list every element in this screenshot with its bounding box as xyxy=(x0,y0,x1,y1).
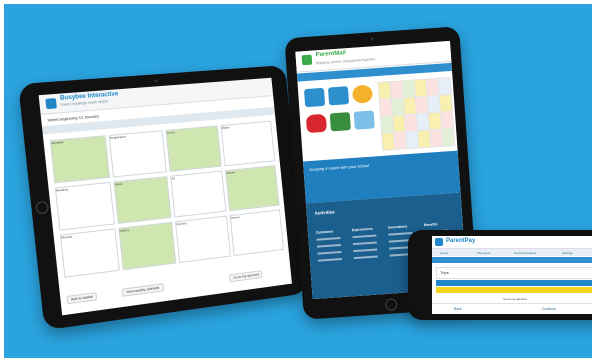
schedule-cell[interactable]: Music xyxy=(113,176,172,224)
info-title: Activities xyxy=(314,209,335,216)
right-app-subtitle: Bringing schools and parents together xyxy=(316,57,376,66)
people-tile-icon[interactable] xyxy=(305,113,327,134)
account-bar[interactable]: Go to my account xyxy=(436,287,592,301)
left-tablet-home-button[interactable] xyxy=(35,200,50,215)
nav-item-payments[interactable]: Payments xyxy=(347,79,363,84)
calendar-tile-icon[interactable] xyxy=(327,86,350,106)
view-calendar-button[interactable]: View weekly calendar xyxy=(121,283,164,297)
info-column-line xyxy=(353,248,378,253)
schedule-cell[interactable]: Science xyxy=(174,215,231,264)
phone-tab-communications[interactable]: Communications xyxy=(514,251,536,255)
schedule-cell[interactable]: Art xyxy=(170,170,227,218)
busybee-logo-icon xyxy=(45,98,57,110)
left-tablet: Busybee Interactive Parent bookings made… xyxy=(18,65,308,331)
phone-continue-link[interactable]: Continue xyxy=(542,307,556,311)
info-column-line xyxy=(352,241,377,246)
phone-item-title: Trips xyxy=(440,270,449,275)
add-to-basket-button[interactable]: Add to basket xyxy=(66,292,98,305)
schedule-cell[interactable]: History xyxy=(118,221,177,271)
phone-item-row[interactable]: Trips xyxy=(436,267,592,279)
schedule-cell[interactable]: Alphabet xyxy=(49,135,111,184)
nav-item-messages[interactable]: Messages xyxy=(320,81,336,86)
info-column-heading: Outcomes xyxy=(315,229,334,235)
info-column-line xyxy=(316,237,341,241)
info-column-line xyxy=(317,250,342,255)
account-bar-label: Go to my account xyxy=(503,297,527,301)
schedule-cell[interactable]: Drama xyxy=(229,209,284,257)
right-tablet-camera xyxy=(370,37,374,41)
schedule-cell[interactable]: Lunch xyxy=(165,125,222,172)
calendar-cell[interactable] xyxy=(439,110,455,130)
phone-back-link[interactable]: Back xyxy=(454,307,462,311)
schedule-cell[interactable]: Reading xyxy=(54,181,115,231)
schedule-cell[interactable]: Registration xyxy=(108,130,167,178)
parentpay-logo-icon xyxy=(435,238,443,246)
left-tablet-camera xyxy=(154,79,158,83)
calendar-cell[interactable] xyxy=(438,93,453,113)
parentmail-logo-icon xyxy=(301,54,313,66)
my-account-button[interactable]: Go to my account xyxy=(228,270,263,283)
promo-stage: Busybee Interactive Parent bookings made… xyxy=(4,4,592,358)
schedule-cell[interactable]: Phonics xyxy=(59,228,120,278)
phone: ParentPay Home Payments Communications S… xyxy=(408,230,592,320)
pay-balance-bar[interactable]: Pay this balance xyxy=(436,280,592,294)
chat-tile-icon[interactable] xyxy=(351,84,374,104)
info-column-heading: Expressions xyxy=(351,226,373,233)
schedule-cell[interactable]: Maths xyxy=(220,120,276,167)
info-column-line xyxy=(352,234,377,239)
nav-item-home[interactable]: Home xyxy=(301,83,311,88)
right-tablet-home-button[interactable] xyxy=(384,298,398,312)
banner-text: Keeping in touch with your school xyxy=(309,162,370,173)
calendar-cell[interactable] xyxy=(441,127,456,147)
phone-tab-home[interactable]: Home xyxy=(440,251,448,255)
left-tablet-screen: Busybee Interactive Parent bookings made… xyxy=(38,77,292,316)
info-column-line xyxy=(317,257,342,262)
info-column-line xyxy=(316,244,341,248)
phone-screen: ParentPay Home Payments Communications S… xyxy=(432,236,592,314)
info-column-line xyxy=(388,232,413,236)
payments-tile-icon[interactable] xyxy=(329,112,351,132)
info-column-heading: Innovations xyxy=(387,224,408,230)
info-column-line xyxy=(353,255,378,260)
right-app-title: ParentMail xyxy=(315,50,347,59)
phone-toolbar xyxy=(432,257,592,263)
phone-tab-settings[interactable]: Settings xyxy=(562,251,573,255)
phone-footer: Back Continue xyxy=(432,303,592,314)
calendar-cell[interactable] xyxy=(437,76,452,96)
phone-app-title: ParentPay xyxy=(446,238,476,244)
phone-header: ParentPay xyxy=(432,236,592,249)
schedule-cell[interactable]: Games xyxy=(225,165,280,212)
phone-tab-bar: Home Payments Communications Settings xyxy=(432,249,592,256)
forms-tile-icon[interactable] xyxy=(353,110,375,130)
messages-tile-icon[interactable] xyxy=(303,87,326,108)
phone-tab-payments[interactable]: Payments xyxy=(477,251,490,255)
info-column-heading: Benefits xyxy=(423,222,438,228)
